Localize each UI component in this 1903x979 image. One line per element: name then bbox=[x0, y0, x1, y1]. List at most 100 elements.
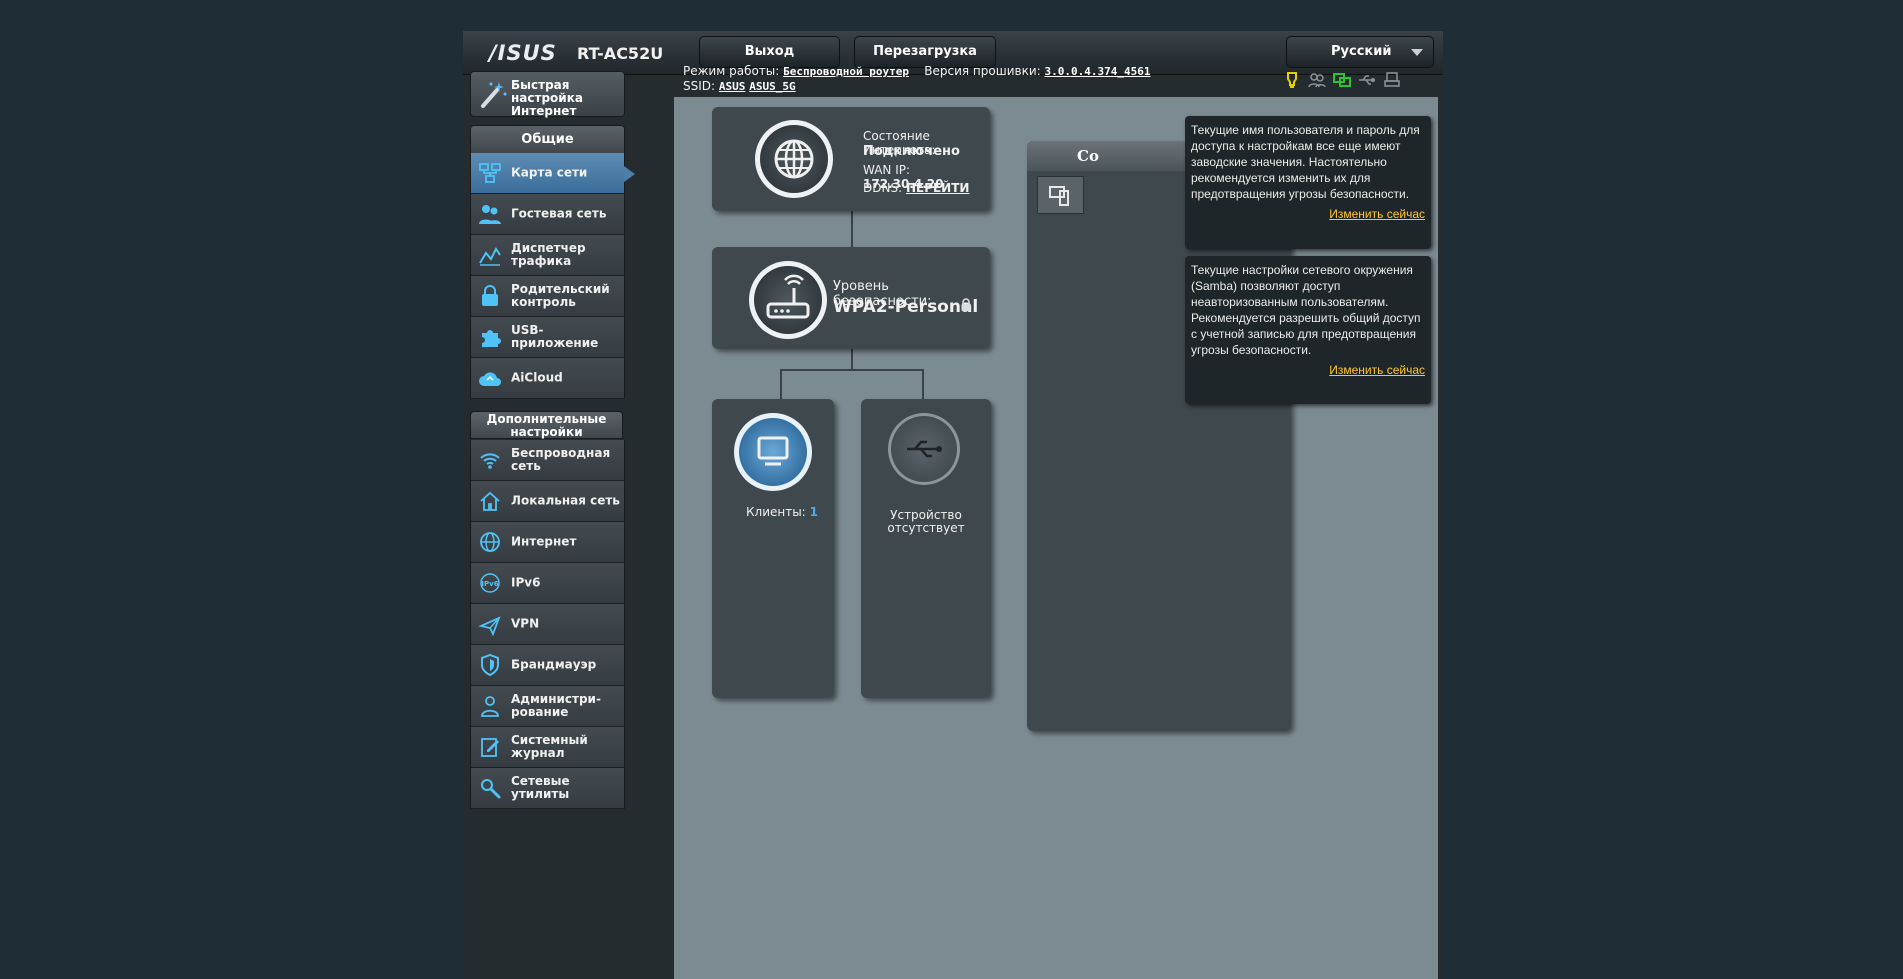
computer-icon bbox=[734, 413, 812, 491]
active-arrow-indicator bbox=[624, 166, 635, 182]
general-section-title: Общие bbox=[470, 125, 625, 154]
log-icon bbox=[481, 738, 499, 757]
firmware-label: Версия прошивки: bbox=[924, 64, 1041, 78]
ddns-label: DDNS: bbox=[863, 181, 903, 195]
vpn-icon bbox=[478, 616, 501, 636]
parental-lock-icon bbox=[482, 285, 498, 306]
network-map-icon bbox=[479, 163, 501, 183]
sidebar-item-1[interactable]: Беспроводная сеть bbox=[470, 440, 625, 481]
status-icons bbox=[1283, 71, 1401, 89]
clients-label: Клиенты: bbox=[746, 505, 806, 519]
operation-mode-line: Режим работы: Беспроводной роутер Версия… bbox=[683, 64, 1150, 78]
wan-ip-label: WAN IP: bbox=[863, 163, 911, 177]
connector-line bbox=[922, 369, 924, 399]
router-tab-icon bbox=[1049, 186, 1069, 206]
ssid-line: SSID: ASUS ASUS_5G bbox=[683, 79, 796, 93]
sidebar-item-4[interactable]: Родительский контроль bbox=[470, 276, 625, 317]
router-security-card[interactable]: Уровень безопасности: WPA2-Personal bbox=[712, 247, 990, 349]
home-icon bbox=[480, 491, 500, 511]
language-select[interactable]: Русский bbox=[1286, 36, 1434, 68]
sidebar-item-label: AiCloud bbox=[511, 370, 563, 385]
notification-text: Текущие имя пользователя и пароль для до… bbox=[1191, 123, 1420, 201]
mode-link[interactable]: Беспроводной роутер bbox=[783, 65, 909, 78]
sidebar-item-4[interactable]: IPv6 IPv6 bbox=[470, 563, 625, 604]
sidebar-item-label: Беспроводная сеть bbox=[511, 446, 611, 473]
model-name: RT-AC52U bbox=[577, 44, 664, 63]
advanced-section-title: Дополнительные настройки bbox=[470, 411, 623, 439]
mode-label: Режим работы: bbox=[683, 64, 780, 78]
sidebar-item-3[interactable]: Интернет bbox=[470, 522, 625, 563]
change-now-link[interactable]: Изменить сейчас bbox=[1185, 358, 1431, 384]
router-icon bbox=[749, 261, 827, 339]
magic-wand-icon bbox=[481, 82, 507, 108]
sidebar-item-2[interactable]: Локальная сеть bbox=[470, 481, 625, 522]
sidebar-item-3[interactable]: Диспетчер трафика bbox=[470, 235, 625, 276]
sidebar-item-label: Интернет bbox=[511, 534, 577, 549]
connector-line bbox=[780, 369, 782, 399]
globe-icon bbox=[480, 532, 500, 552]
clients-status-icon[interactable] bbox=[1308, 71, 1326, 89]
svg-text:IPv6: IPv6 bbox=[481, 580, 498, 588]
chevron-down-icon bbox=[1411, 49, 1423, 56]
clients-count[interactable]: 1 bbox=[810, 505, 818, 519]
sidebar-item-2[interactable]: Гостевая сеть bbox=[470, 194, 625, 235]
sidebar-item-label: Системный журнал bbox=[511, 733, 588, 760]
tools-icon bbox=[481, 779, 501, 799]
sidebar-item-label: Родительский контроль bbox=[511, 282, 610, 309]
ssid-link-5g[interactable]: ASUS_5G bbox=[749, 80, 795, 93]
asus-logo: /ISUS bbox=[489, 41, 557, 65]
sidebar-item-1[interactable]: Карта сети bbox=[470, 153, 635, 194]
general-menu: Карта сети Гостевая сеть Диспетчер трафика… bbox=[470, 153, 635, 399]
notification-bulb-icon[interactable] bbox=[1283, 71, 1301, 89]
notification-text: Текущие настройки сетевого окружения (Sa… bbox=[1191, 263, 1421, 357]
language-value: Русский bbox=[1331, 44, 1392, 59]
firmware-link[interactable]: 3.0.0.4.374_4561 bbox=[1045, 65, 1151, 78]
sidebar-item-5[interactable]: VPN bbox=[470, 604, 625, 645]
wifi-icon bbox=[480, 453, 500, 469]
sidebar-item-label: Сетевые утилиты bbox=[511, 774, 570, 801]
quick-setup-button[interactable]: Быстрая настройка Интернет bbox=[470, 71, 625, 118]
ddns-link[interactable]: ПЕРЕЙТИ bbox=[906, 181, 970, 195]
sidebar-item-label: VPN bbox=[511, 616, 540, 631]
sidebar-item-6[interactable]: AiCloud bbox=[470, 358, 625, 399]
sidebar-item-6[interactable]: Брандмауэр bbox=[470, 645, 625, 686]
usb-status-text: Устройство отсутствует bbox=[887, 508, 965, 535]
sidebar-item-label: Брандмауэр bbox=[511, 657, 597, 672]
usb-card[interactable]: Устройство отсутствует bbox=[861, 399, 991, 698]
connector-line bbox=[851, 349, 853, 370]
sidebar-item-label: IPv6 bbox=[511, 575, 541, 590]
ssid-link-24g[interactable]: ASUS bbox=[719, 80, 746, 93]
sidebar-item-label: Локальная сеть bbox=[511, 493, 620, 508]
internet-status-value: Подключено bbox=[863, 144, 960, 159]
security-level-value: WPA2-Personal bbox=[833, 297, 979, 317]
usb-icon bbox=[888, 413, 960, 485]
sidebar-item-9[interactable]: Сетевые утилиты bbox=[470, 768, 625, 809]
change-now-link[interactable]: Изменить сейчас bbox=[1185, 202, 1431, 228]
usb-status-icon[interactable] bbox=[1358, 71, 1376, 89]
ssid-label: SSID: bbox=[683, 79, 716, 93]
notification-samba: Текущие настройки сетевого окружения (Sa… bbox=[1185, 256, 1431, 404]
internet-status-card[interactable]: Состояние Интернета: Подключено WAN IP: … bbox=[712, 107, 990, 211]
ddns-line: DDNS: ПЕРЕЙТИ bbox=[863, 181, 969, 195]
sidebar-item-label: Диспетчер трафика bbox=[511, 241, 586, 268]
quick-setup-label: Быстрая настройка Интернет bbox=[511, 78, 583, 118]
shield-icon bbox=[481, 653, 499, 677]
advanced-menu: Беспроводная сеть Локальная сеть Интернет I… bbox=[470, 440, 625, 809]
globe-icon bbox=[755, 120, 833, 198]
printer-status-icon[interactable] bbox=[1383, 71, 1401, 89]
sidebar-item-label: Администри-рование bbox=[511, 692, 601, 719]
puzzle-icon bbox=[482, 330, 501, 347]
sidebar-item-7[interactable]: Администри-рование bbox=[470, 686, 625, 727]
sidebar-item-8[interactable]: Системный журнал bbox=[470, 727, 625, 768]
lock-icon bbox=[961, 298, 971, 311]
internet-status-icon[interactable] bbox=[1333, 71, 1351, 89]
sidebar-item-label: USB-приложение bbox=[511, 323, 599, 350]
clients-card[interactable]: Клиенты: 1 bbox=[712, 399, 834, 698]
sidebar-item-label: Гостевая сеть bbox=[511, 206, 607, 221]
clients-line: Клиенты: 1 bbox=[746, 505, 818, 519]
cloud-icon bbox=[479, 372, 501, 386]
sidebar-item-5[interactable]: USB-приложение bbox=[470, 317, 625, 358]
ipv6-icon: IPv6 bbox=[480, 573, 500, 593]
system-status-tab[interactable] bbox=[1037, 176, 1084, 214]
connector-line bbox=[851, 211, 853, 247]
